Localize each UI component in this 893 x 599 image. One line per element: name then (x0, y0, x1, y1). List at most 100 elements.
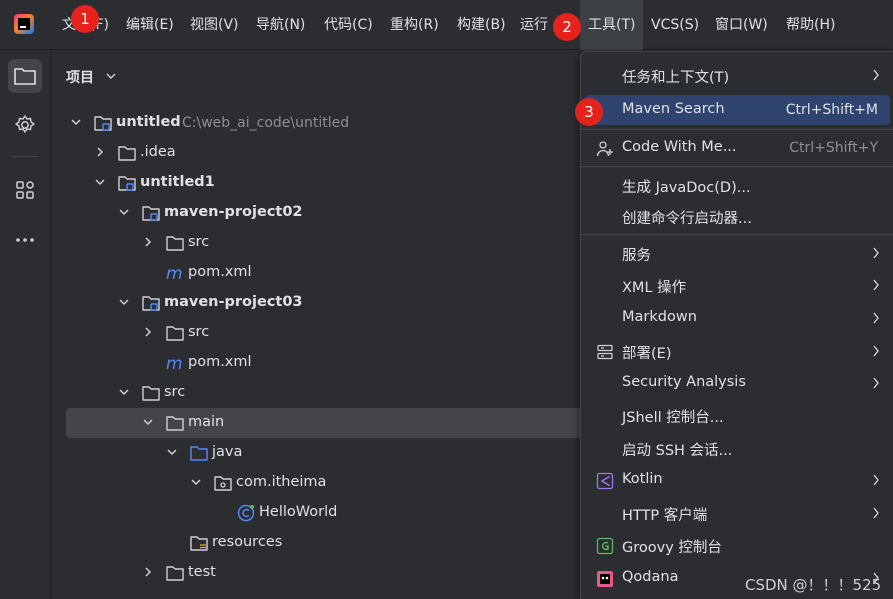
folder-icon (166, 236, 184, 251)
chevron-down-icon[interactable] (106, 72, 116, 80)
tree-row-resources[interactable]: resources (66, 528, 596, 558)
menu-item-tasks-context[interactable]: 任务和上下文(T) (585, 60, 890, 90)
chevron-right-icon[interactable] (142, 566, 154, 578)
tree-row-pom[interactable]: m pom.xml (66, 348, 596, 378)
menu-window[interactable]: 窗口(W) (715, 0, 768, 50)
menu-item-http-client[interactable]: HTTP 客户端 (585, 498, 890, 528)
menu-item-maven-search[interactable]: Maven Search Ctrl+Shift+M (585, 95, 890, 125)
menu-item-label: 部署(E) (622, 346, 672, 362)
menu-item-kotlin[interactable]: Kotlin (585, 465, 890, 495)
menu-item-label: Code With Me... (622, 139, 737, 155)
menu-refactor[interactable]: 重构(R) (390, 0, 439, 50)
menu-build[interactable]: 构建(B) (457, 0, 506, 50)
tree-label: com.itheima (236, 474, 327, 490)
menu-help[interactable]: 帮助(H) (786, 0, 835, 50)
menu-separator (581, 129, 893, 130)
tree-label: HelloWorld (259, 504, 338, 520)
module-folder-icon (118, 176, 136, 191)
chevron-down-icon[interactable] (94, 176, 106, 188)
tree-label: src (188, 234, 210, 250)
menu-separator (581, 234, 893, 235)
tree-label: main (188, 414, 225, 430)
chevron-down-icon[interactable] (70, 116, 82, 128)
tree-row-untitled[interactable]: untitled C:\web_ai_code\untitled (66, 108, 596, 138)
chevron-down-icon[interactable] (142, 416, 154, 428)
menu-view[interactable]: 视图(V) (190, 0, 239, 50)
menu-item-label: Security Analysis (622, 374, 746, 390)
intellij-logo-icon[interactable] (14, 14, 34, 34)
tree-row-src[interactable]: src (66, 228, 596, 258)
menu-vcs[interactable]: VCS(S) (651, 0, 699, 50)
chevron-right-icon (873, 507, 879, 519)
menu-navigate[interactable]: 导航(N) (256, 0, 305, 50)
menu-item-javadoc[interactable]: 生成 JavaDoc(D)... (585, 170, 890, 200)
menu-separator (581, 166, 893, 167)
groovy-icon (596, 537, 614, 555)
step-badge-3: 3 (575, 98, 603, 126)
menu-item-deploy[interactable]: 部署(E) (585, 336, 890, 366)
chevron-right-icon (873, 345, 879, 357)
tree-label: maven-project03 (164, 294, 303, 310)
tree-label: maven-project02 (164, 204, 303, 220)
chevron-right-icon (873, 69, 879, 81)
menu-item-label: 生成 JavaDoc(D)... (622, 180, 751, 196)
chevron-down-icon[interactable] (118, 296, 130, 308)
tree-row-maven-project02[interactable]: maven-project02 (66, 198, 596, 228)
tree-row-package[interactable]: com.itheima (66, 468, 596, 498)
tree-row-untitled1[interactable]: untitled1 (66, 168, 596, 198)
chevron-right-icon (873, 312, 879, 324)
menu-item-jshell[interactable]: JShell 控制台... (585, 400, 890, 430)
folder-icon (166, 566, 184, 581)
chevron-down-icon[interactable] (190, 476, 202, 488)
menu-item-xml[interactable]: XML 操作 (585, 270, 890, 300)
tree-label: pom.xml (188, 354, 252, 370)
chevron-right-icon[interactable] (94, 146, 106, 158)
kotlin-icon (596, 472, 614, 490)
menu-tools[interactable]: 工具(T) (580, 0, 644, 50)
module-folder-icon (94, 116, 112, 131)
menu-item-security-analysis[interactable]: Security Analysis (585, 368, 890, 398)
svg-text:m: m (166, 264, 183, 282)
menu-item-ssh[interactable]: 启动 SSH 会话... (585, 433, 890, 463)
tree-row-main[interactable]: main (66, 408, 596, 438)
menu-item-cli-launcher[interactable]: 创建命令行启动器... (585, 201, 890, 231)
menu-edit[interactable]: 编辑(E) (126, 0, 174, 50)
chevron-down-icon[interactable] (118, 206, 130, 218)
tree-row-maven-project03[interactable]: maven-project03 (66, 288, 596, 318)
menu-item-markdown[interactable]: Markdown (585, 303, 890, 333)
chevron-right-icon (873, 377, 879, 389)
structure-icon[interactable] (8, 173, 42, 207)
menu-item-services[interactable]: 服务 (585, 238, 890, 268)
menu-item-label: 启动 SSH 会话... (622, 443, 733, 459)
chevron-right-icon[interactable] (142, 236, 154, 248)
tree-row-idea[interactable]: .idea (66, 138, 596, 168)
maven-m-icon: m (166, 264, 183, 282)
chevron-down-icon[interactable] (166, 446, 178, 458)
svg-text:m: m (166, 354, 183, 372)
tree-label: .idea (140, 144, 176, 160)
tree-label: java (212, 444, 243, 460)
tools-dropdown-menu: 任务和上下文(T) Maven Search Ctrl+Shift+M 3 Co… (575, 51, 893, 599)
tree-row-pom[interactable]: m pom.xml (66, 258, 596, 288)
tree-path: C:\web_ai_code\untitled (182, 115, 350, 131)
chevron-down-icon[interactable] (118, 386, 130, 398)
menu-item-code-with-me[interactable]: Code With Me... Ctrl+Shift+Y (585, 133, 890, 163)
menu-code[interactable]: 代码(C) (324, 0, 373, 50)
tree-row-src[interactable]: src (66, 378, 596, 408)
plugin-gear-icon[interactable] (8, 108, 42, 142)
menu-run[interactable]: 运行 (520, 0, 548, 50)
tree-row-java[interactable]: java (66, 438, 596, 468)
menu-item-groovy-console[interactable]: Groovy 控制台 (585, 530, 890, 560)
menu-item-label: Groovy 控制台 (622, 540, 722, 556)
tree-row-src[interactable]: src (66, 318, 596, 348)
menu-item-label: Kotlin (622, 471, 663, 487)
project-panel-title[interactable]: 项目 (66, 67, 94, 87)
tree-row-test[interactable]: test (66, 558, 596, 588)
project-folder-icon[interactable] (8, 59, 42, 93)
module-folder-icon (142, 296, 160, 311)
chevron-right-icon[interactable] (142, 326, 154, 338)
menu-item-label: Qodana (622, 569, 679, 585)
tree-label: untitled1 (140, 174, 215, 190)
tree-row-helloworld[interactable]: HelloWorld (66, 498, 596, 528)
more-icon[interactable] (8, 223, 42, 257)
